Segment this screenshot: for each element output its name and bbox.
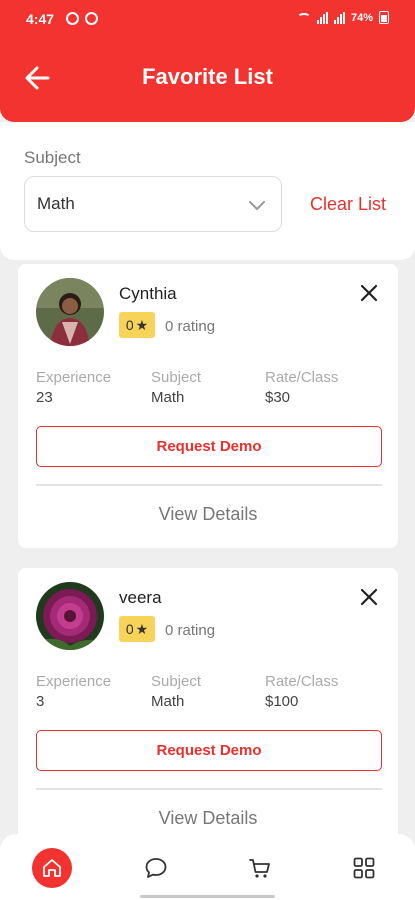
signal-icon-2 — [333, 11, 345, 24]
nav-cart[interactable] — [240, 848, 280, 888]
cart-icon — [249, 859, 270, 878]
bottom-navigation — [0, 834, 415, 900]
tutor-card: Cynthia 0 ★ 0 rating Experience 23 Subjec… — [18, 264, 398, 548]
status-right: 74% — [296, 11, 389, 24]
request-demo-button[interactable]: Request Demo — [36, 730, 382, 771]
subject-selected-value: Math — [37, 194, 75, 213]
rate-label: Rate/Class — [265, 369, 339, 386]
wifi-icon — [296, 12, 311, 23]
battery-icon — [379, 11, 389, 24]
subject-stat-value: Math — [151, 389, 185, 406]
filter-panel: Subject Math Clear List — [0, 122, 415, 260]
rating-badge: 0 ★ — [119, 616, 155, 642]
close-icon — [360, 588, 378, 606]
experience-label: Experience — [36, 369, 112, 386]
grid-icon — [353, 857, 375, 879]
chevron-down-icon — [249, 201, 265, 210]
nav-home[interactable] — [32, 848, 72, 888]
rating-badge: 0 ★ — [119, 312, 155, 338]
rate-value: $30 — [265, 389, 291, 406]
avatar — [36, 582, 104, 650]
rate-value: $100 — [265, 693, 299, 710]
request-demo-button[interactable]: Request Demo — [36, 426, 382, 467]
experience-value: 3 — [36, 693, 45, 710]
divider — [36, 484, 382, 486]
rating-value: 0 — [125, 317, 134, 333]
view-details-button[interactable]: View Details — [18, 504, 398, 525]
remove-favorite-button[interactable] — [356, 280, 382, 306]
status-bar: 4:47 74% — [0, 0, 415, 40]
remove-favorite-button[interactable] — [356, 584, 382, 610]
rating-count: 0 rating — [165, 622, 216, 639]
star-icon: ★ — [135, 620, 149, 637]
nav-chat[interactable] — [136, 848, 176, 888]
avatar — [36, 278, 104, 346]
status-time: 4:47 — [26, 11, 55, 27]
home-icon — [43, 859, 61, 877]
nav-more[interactable] — [344, 848, 384, 888]
subject-stat-label: Subject — [151, 369, 202, 386]
chat-icon — [145, 858, 167, 878]
status-notification-icons — [66, 12, 98, 25]
clear-list-button[interactable]: Clear List — [310, 194, 386, 215]
divider — [36, 788, 382, 790]
notification-icon — [66, 12, 79, 25]
tutor-name: Cynthia — [119, 284, 177, 303]
view-details-button[interactable]: View Details — [18, 808, 398, 829]
subject-stat-value: Math — [151, 693, 185, 710]
whatsapp-icon — [85, 12, 98, 25]
star-icon: ★ — [135, 316, 149, 333]
close-icon — [360, 284, 378, 302]
subject-dropdown[interactable]: Math — [24, 176, 282, 232]
experience-value: 23 — [36, 389, 53, 406]
experience-label: Experience — [36, 673, 112, 690]
battery-text: 74% — [350, 11, 373, 24]
subject-stat-label: Subject — [151, 673, 202, 690]
tutor-card: veera 0 ★ 0 rating Experience 3 Subject M… — [18, 568, 398, 852]
rating-count: 0 rating — [165, 318, 216, 335]
page-title: Favorite List — [142, 64, 273, 89]
tutor-name: veera — [119, 588, 162, 607]
app-header: 4:47 74% Favorite List — [0, 0, 415, 122]
signal-icon — [316, 11, 328, 24]
rate-label: Rate/Class — [265, 673, 339, 690]
home-indicator[interactable] — [140, 895, 275, 898]
subject-label: Subject — [24, 148, 81, 167]
rating-value: 0 — [125, 621, 134, 637]
